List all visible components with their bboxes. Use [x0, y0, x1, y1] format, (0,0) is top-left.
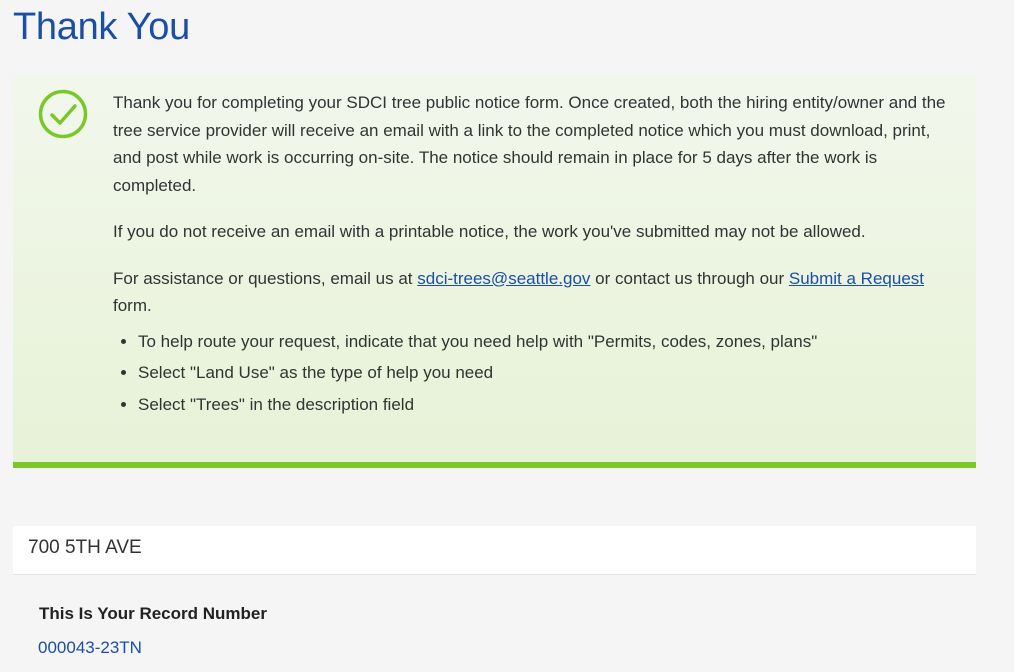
address-panel: 700 5TH AVE	[13, 526, 976, 575]
submit-request-link[interactable]: Submit a Request	[789, 269, 924, 288]
record-number-label: This Is Your Record Number	[39, 604, 267, 623]
email-link[interactable]: sdci-trees@seattle.gov	[417, 269, 590, 288]
site-address: 700 5TH AVE	[28, 537, 142, 558]
assistance-paragraph: For assistance or questions, email us at…	[113, 265, 958, 320]
check-circle-icon	[38, 89, 88, 139]
list-item: To help route your request, indicate tha…	[138, 326, 958, 358]
confirmation-paragraph: Thank you for completing your SDCI tree …	[113, 93, 946, 195]
list-item: Select "Land Use" as the type of help yo…	[138, 357, 958, 389]
assistance-text: For assistance or questions, email us at	[113, 268, 418, 288]
record-number: 000043-23TN	[38, 638, 142, 657]
help-instructions-list: To help route your request, indicate tha…	[113, 326, 958, 421]
notice-body: Thank you for completing your SDCI tree …	[113, 89, 958, 420]
warning-paragraph: If you do not receive an email with a pr…	[113, 222, 866, 241]
assistance-text: or contact us through our	[590, 268, 789, 288]
success-notice: Thank you for completing your SDCI tree …	[13, 76, 976, 468]
assistance-text: form.	[113, 296, 152, 315]
list-item: Select "Trees" in the description field	[138, 389, 958, 421]
page-title: Thank You	[13, 6, 190, 48]
